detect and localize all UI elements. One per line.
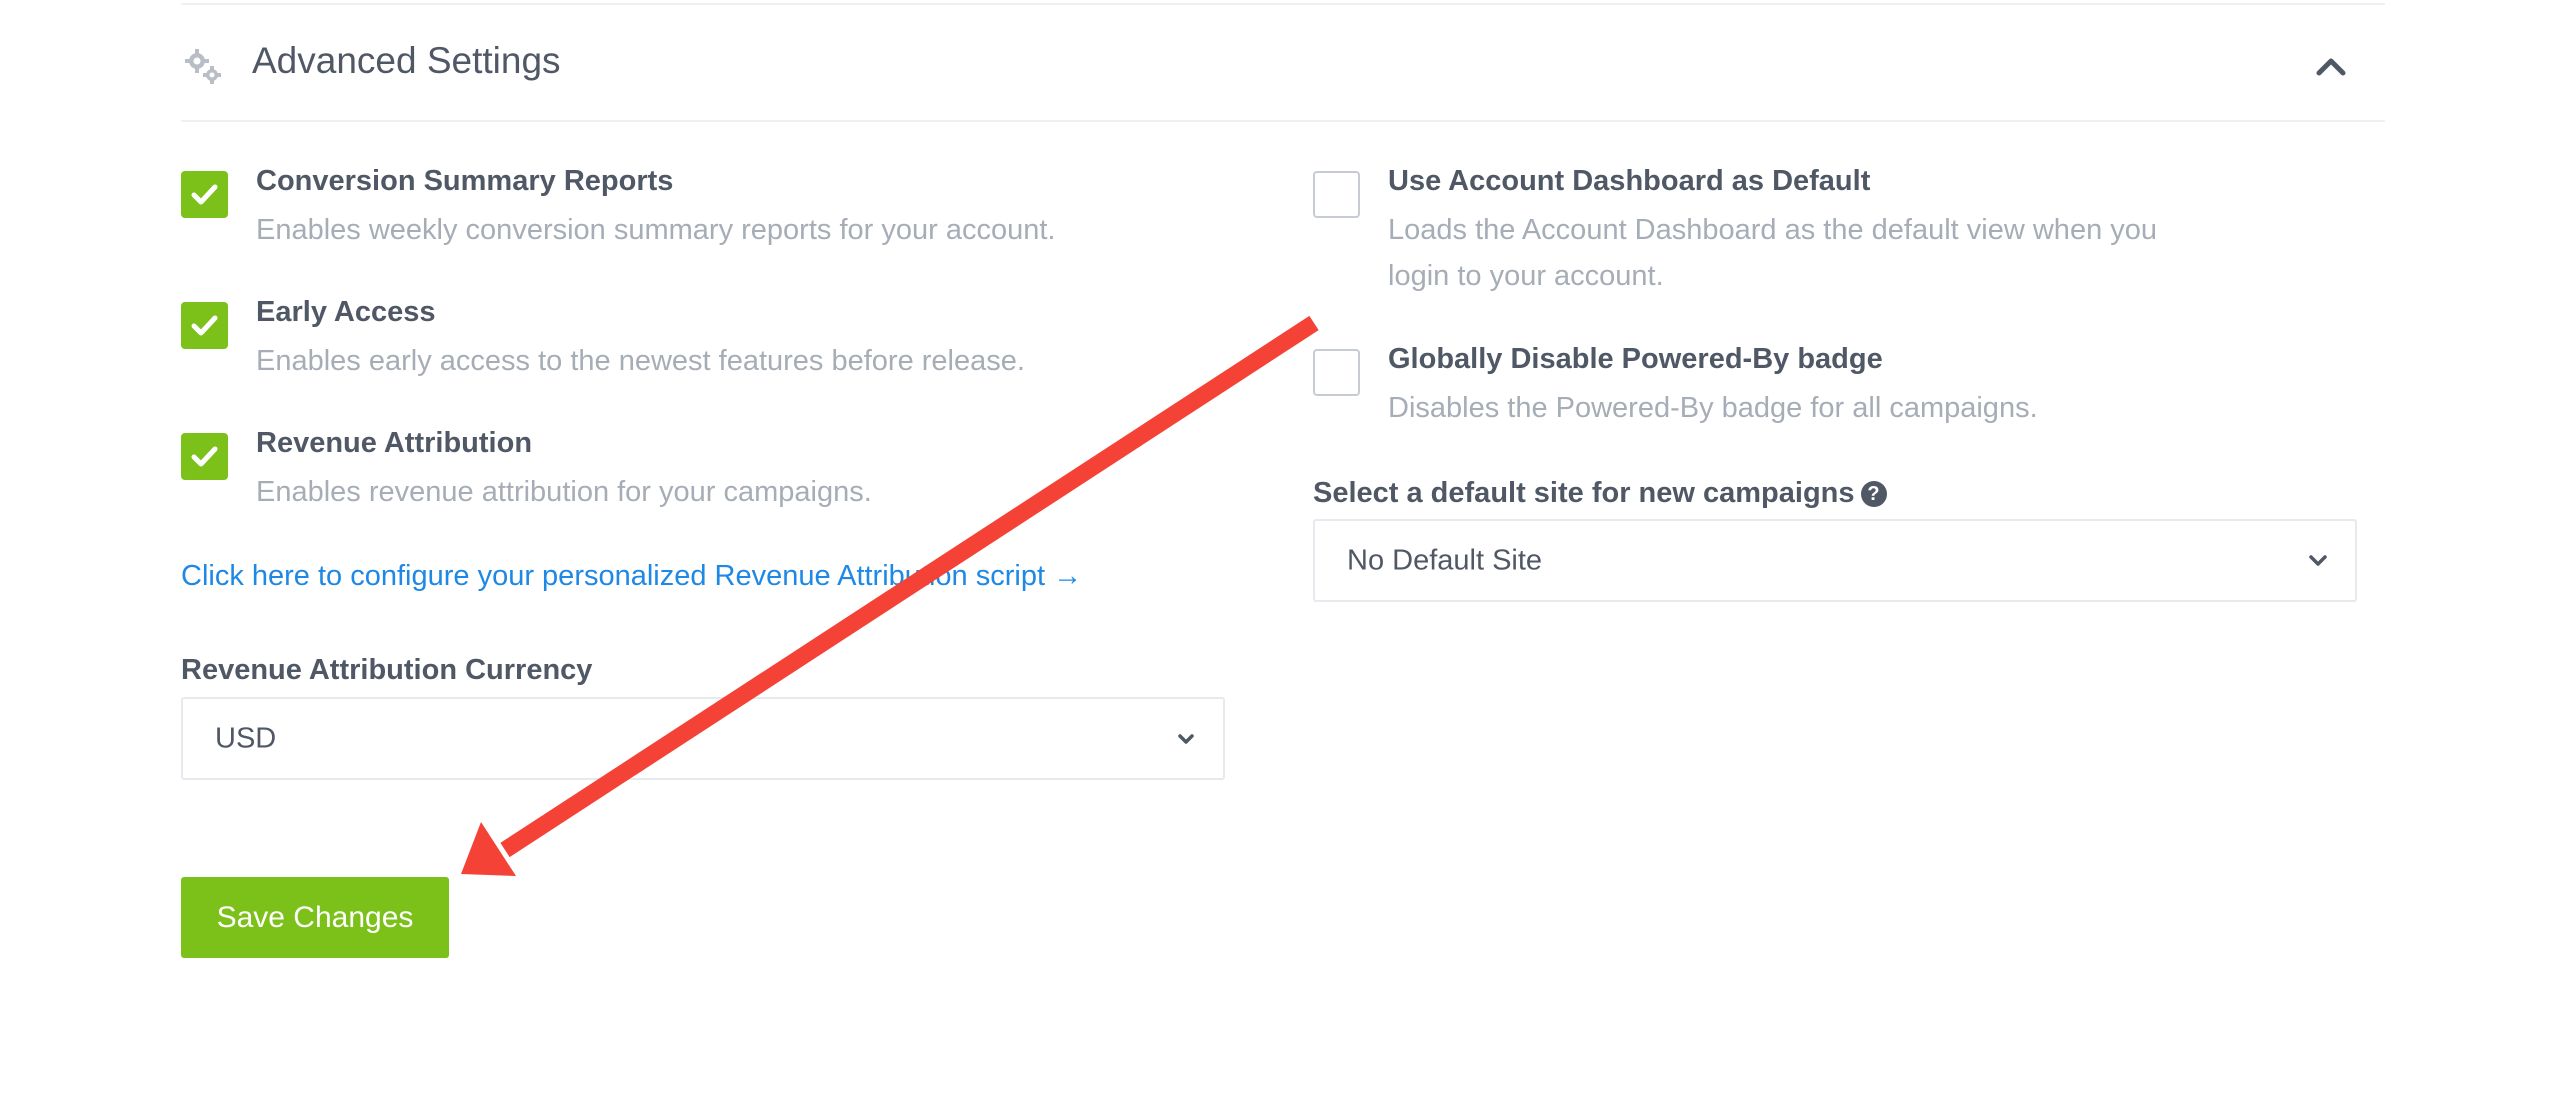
option-description: Loads the Account Dashboard as the defau…: [1388, 207, 2157, 299]
section-title: Advanced Settings: [252, 40, 561, 81]
option-description-line: login to your account.: [1388, 260, 1664, 292]
chevron-down-icon: [1173, 726, 1199, 752]
chevron-down-icon: [2305, 548, 2331, 574]
default-site-label-text: Select a default site for new campaigns: [1313, 477, 1855, 509]
option-title: Globally Disable Powered-By badge: [1388, 343, 1883, 375]
revenue-attribution-script-link[interactable]: Click here to configure your personalize…: [181, 560, 1082, 593]
option-title: Early Access: [256, 296, 436, 328]
currency-label: Revenue Attribution Currency: [181, 654, 593, 686]
default-site-select[interactable]: No Default Site: [1313, 519, 2357, 602]
conversion-summary-checkbox[interactable]: [181, 171, 228, 218]
account-dashboard-checkbox[interactable]: [1313, 171, 1360, 218]
checkmark-icon: [191, 184, 218, 205]
currency-select-value: USD: [215, 722, 277, 754]
checkmark-icon: [191, 446, 218, 467]
option-description: Enables weekly conversion summary report…: [256, 214, 1056, 246]
help-icon[interactable]: ?: [1860, 481, 1887, 507]
default-site-select-value: No Default Site: [1347, 544, 1543, 576]
advanced-settings-header: Advanced Settings: [181, 10, 2385, 122]
option-title: Use Account Dashboard as Default: [1388, 165, 1871, 197]
checkmark-icon: [191, 315, 218, 336]
option-title: Conversion Summary Reports: [256, 165, 674, 197]
top-divider: [181, 3, 2385, 5]
revenue-attribution-checkbox[interactable]: [181, 433, 228, 480]
gears-icon: [183, 46, 223, 86]
chevron-up-icon[interactable]: [2311, 46, 2351, 86]
advanced-settings-page: Advanced Settings Conversion Summary Rep…: [0, 0, 2560, 1104]
option-description: Enables early access to the newest featu…: [256, 345, 1025, 377]
option-description: Enables revenue attribution for your cam…: [256, 476, 872, 508]
option-description-line: Loads the Account Dashboard as the defau…: [1388, 214, 2158, 246]
powered-by-checkbox[interactable]: [1313, 349, 1360, 396]
early-access-checkbox[interactable]: [181, 302, 228, 349]
option-description: Disables the Powered-By badge for all ca…: [1388, 392, 2038, 424]
default-site-label: Select a default site for new campaigns?: [1313, 477, 1887, 510]
currency-select[interactable]: USD: [181, 697, 1225, 780]
option-title: Revenue Attribution: [256, 427, 533, 459]
save-changes-button[interactable]: Save Changes: [181, 877, 449, 958]
